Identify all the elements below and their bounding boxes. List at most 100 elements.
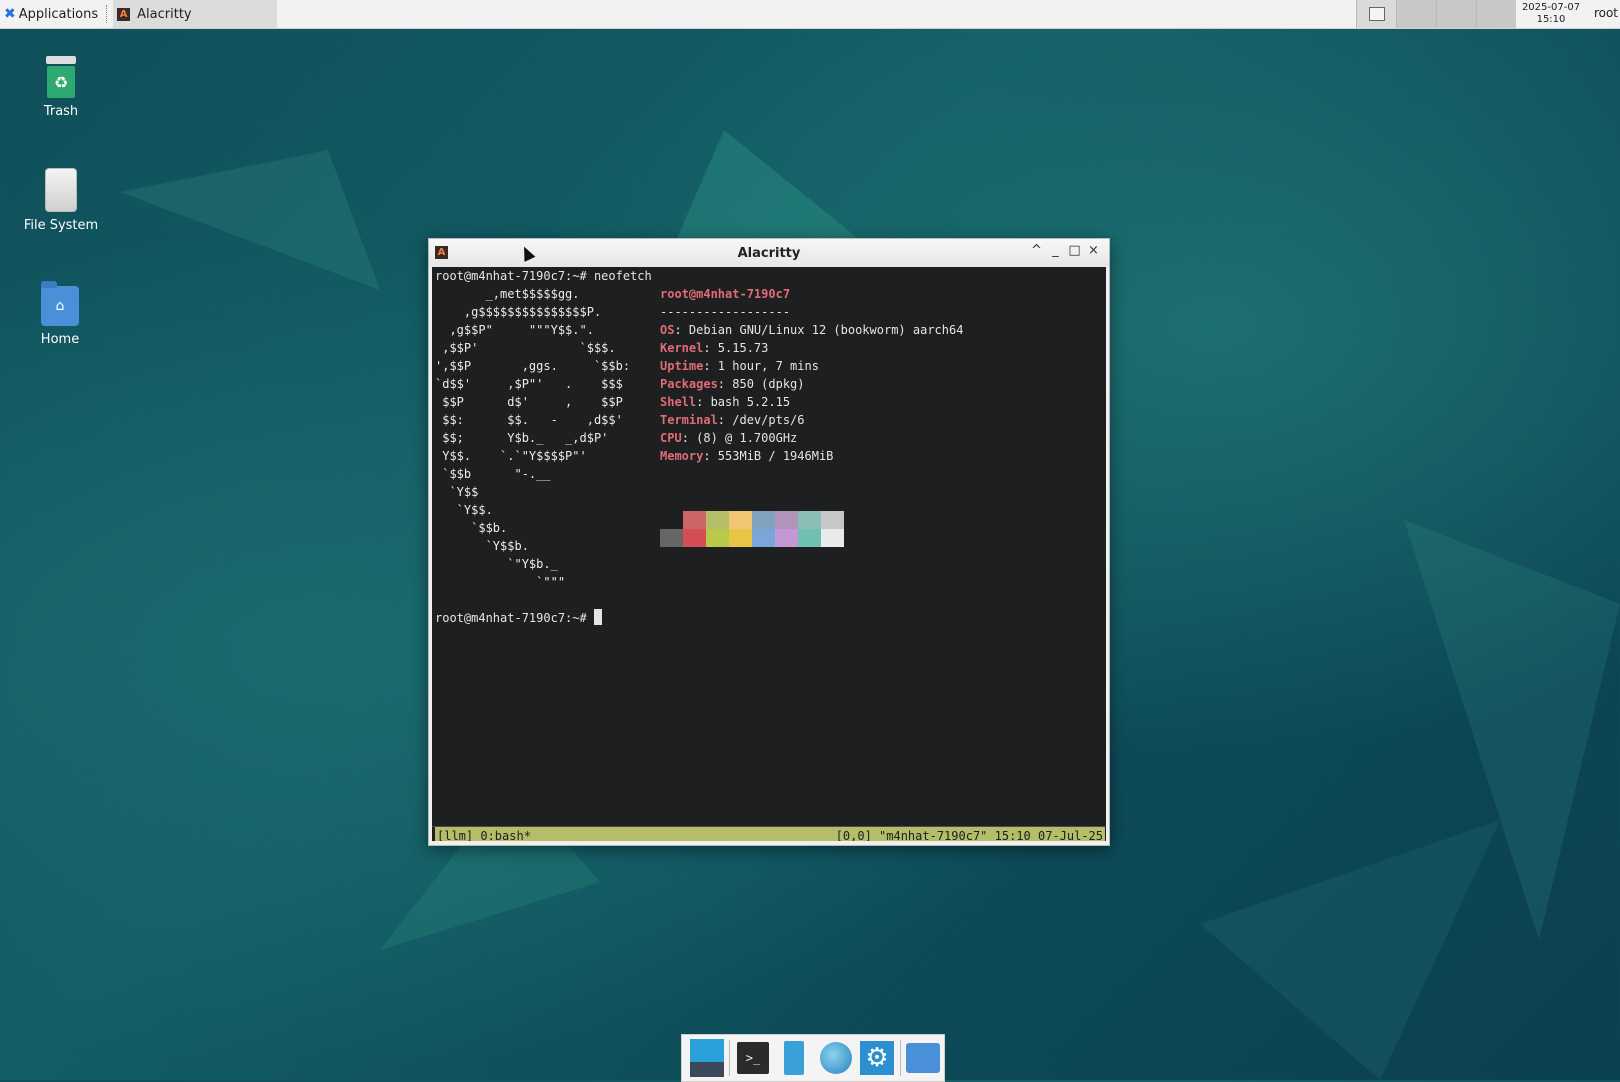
wallpaper-shard	[1200, 820, 1500, 1080]
palette-swatch	[798, 511, 821, 529]
ascii-logo-line: `Y$$	[435, 485, 479, 499]
dock-show-desktop[interactable]	[689, 1038, 724, 1078]
shade-button[interactable]: ^	[1027, 243, 1046, 258]
text-cursor	[593, 609, 602, 625]
ascii-logo-line: `"""	[435, 575, 566, 589]
dock-separator	[899, 1040, 901, 1076]
palette-swatch	[775, 511, 798, 529]
ascii-logo-line: ,g$$$$$$$$$$$$$$$P.	[435, 305, 602, 319]
ascii-logo-line: `$$b "-.__	[435, 467, 551, 481]
desktop-icon-trash[interactable]: ♻ Trash	[11, 56, 111, 119]
palette-row-normal	[660, 511, 844, 529]
window-controls: ^ _ □ ×	[1027, 243, 1103, 258]
applications-menu[interactable]: ✖ Applications	[0, 0, 102, 28]
info-key: Shell	[660, 395, 697, 409]
desktop-icon-home[interactable]: ⌂ Home	[10, 281, 110, 347]
minimize-button[interactable]: _	[1046, 243, 1065, 258]
palette-swatch	[683, 511, 706, 529]
palette-swatch	[821, 511, 844, 529]
ascii-logo-line: $$P d$' , $$P	[435, 395, 623, 409]
wallpaper-shard	[120, 150, 380, 290]
workspace-4[interactable]	[1476, 0, 1516, 28]
info-key: Memory	[660, 449, 704, 463]
neofetch-info-line: Uptime: 1 hour, 7 mins	[660, 357, 819, 375]
ascii-logo-line: ,$$P' `$$$.	[435, 341, 616, 355]
user-menu[interactable]: root	[1594, 6, 1618, 20]
palette-swatch	[706, 511, 729, 529]
show-desktop-icon	[689, 1039, 724, 1077]
panel-clock[interactable]: 2025-07-07 15:10	[1516, 2, 1586, 26]
neofetch-info-line: CPU: (8) @ 1.700GHz	[660, 429, 797, 447]
command-line: root@m4nhat-7190c7:~# neofetch	[435, 269, 652, 283]
taskbar-button-alacritty[interactable]: A Alacritty	[113, 0, 278, 28]
applications-label: Applications	[18, 6, 99, 22]
file-manager-icon	[784, 1041, 805, 1075]
clock-date: 2025-07-07	[1521, 2, 1581, 13]
neofetch-info-line: Terminal: /dev/pts/6	[660, 411, 805, 429]
neofetch-info-line: Kernel: 5.15.73	[660, 339, 768, 357]
top-panel: ✖ Applications A Alacritty 2025-07-07 15…	[0, 0, 1620, 29]
neofetch-info-line: OS: Debian GNU/Linux 12 (bookworm) aarch…	[660, 321, 963, 339]
panel-separator	[106, 5, 109, 23]
dock-file-manager[interactable]	[777, 1038, 812, 1078]
palette-swatch	[729, 529, 752, 547]
tmux-info: [0,0] "m4nhat-7190c7" 15:10 07-Jul-25	[835, 829, 1103, 841]
info-value: : /dev/pts/6	[717, 413, 805, 427]
drive-icon	[45, 168, 77, 212]
neofetch-host: root@m4nhat-7190c7	[660, 287, 791, 301]
desktop-icon-file-system[interactable]: File System	[11, 168, 111, 233]
home-folder-icon: ⌂	[41, 281, 79, 326]
color-palette	[660, 511, 844, 547]
info-value: : bash 5.2.15	[696, 395, 791, 409]
neofetch-underline: ------------------	[660, 305, 791, 319]
palette-swatch	[798, 529, 821, 547]
dock-web-browser[interactable]	[818, 1038, 853, 1078]
tmux-status-bar: [llm] 0:bash* [0,0] "m4nhat-7190c7" 15:1…	[435, 827, 1105, 841]
workspace-3[interactable]	[1436, 0, 1476, 28]
palette-row-bright	[660, 529, 844, 547]
close-button[interactable]: ×	[1084, 243, 1103, 258]
info-key: Packages	[660, 377, 718, 391]
ascii-logo-line: $$: $$. - ,d$$'	[435, 413, 623, 427]
info-value: : (8) @ 1.700GHz	[681, 431, 798, 445]
ascii-logo-line: `Y$$.	[435, 503, 493, 517]
web-browser-icon	[819, 1042, 852, 1074]
taskbar-button-label: Alacritty	[137, 6, 192, 22]
trash-icon: ♻	[46, 56, 76, 98]
dock-terminal[interactable]: >_	[735, 1038, 770, 1078]
desktop-icon-label: File System	[23, 218, 99, 233]
ascii-logo-line: $$; Y$b._ _,d$P'	[435, 431, 609, 445]
desktop-icon-label: Trash	[43, 104, 79, 119]
info-key: Uptime	[660, 359, 704, 373]
terminal-area[interactable]: root@m4nhat-7190c7:~# neofetch _,met$$$$…	[432, 267, 1106, 841]
tmux-session: [llm] 0:bash*	[437, 829, 531, 841]
maximize-button[interactable]: □	[1065, 243, 1084, 258]
ascii-logo-line: ,g$$P" """Y$$.".	[435, 323, 594, 337]
info-value: : 553MiB / 1946MiB	[703, 449, 834, 463]
info-value: : 5.15.73	[703, 341, 769, 355]
neofetch-info-line: Shell: bash 5.2.15	[660, 393, 790, 411]
info-key: OS	[660, 323, 675, 337]
palette-swatch	[752, 529, 775, 547]
dock-separator	[729, 1040, 731, 1076]
workspace-1[interactable]	[1356, 0, 1396, 28]
clock-time: 15:10	[1536, 14, 1566, 25]
workspace-2[interactable]	[1396, 0, 1436, 28]
alacritty-icon[interactable]: A	[435, 246, 448, 259]
info-value: : 1 hour, 7 mins	[703, 359, 819, 373]
dock-folder[interactable]	[906, 1038, 941, 1078]
prompt-text: root@m4nhat-7190c7:~#	[435, 611, 594, 625]
workspace-switcher	[1356, 0, 1516, 28]
info-value: : 850 (dpkg)	[717, 377, 805, 391]
palette-swatch	[775, 529, 798, 547]
ascii-logo-line: Y$$. `.`"Y$$$$P"'	[435, 449, 587, 463]
terminal-icon: >_	[736, 1042, 769, 1074]
palette-swatch	[683, 529, 706, 547]
palette-swatch	[706, 529, 729, 547]
info-key: Terminal	[660, 413, 718, 427]
xfce-logo-icon: ✖	[4, 6, 16, 22]
dock-settings[interactable]: ⚙	[859, 1038, 895, 1078]
ascii-logo-line: _,met$$$$$gg.	[435, 287, 580, 301]
neofetch-info-line: Packages: 850 (dpkg)	[660, 375, 805, 393]
ascii-logo-line: `Y$$b.	[435, 539, 529, 553]
